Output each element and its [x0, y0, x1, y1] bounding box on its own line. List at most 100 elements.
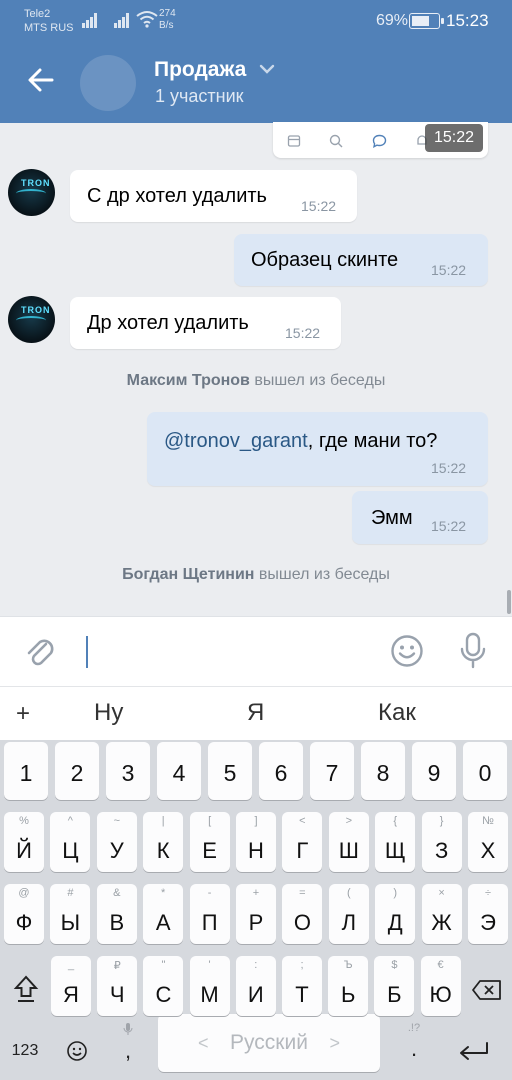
- comma-key[interactable]: ,: [108, 1016, 148, 1072]
- key-alt-label: №: [482, 815, 494, 827]
- key[interactable]: :И: [235, 956, 276, 1016]
- back-arrow-icon[interactable]: [24, 62, 58, 98]
- key[interactable]: < Г: [282, 812, 323, 872]
- key-label: М: [200, 982, 219, 1007]
- key[interactable]: ₽ Ч: [97, 956, 138, 1016]
- key-label: 2: [70, 760, 84, 786]
- key[interactable]: @ Ф: [4, 884, 44, 944]
- key[interactable]: ~ У: [96, 812, 137, 872]
- sender-avatar[interactable]: TRON: [8, 169, 55, 216]
- chat-avatar[interactable]: [80, 55, 136, 111]
- key[interactable]: ) Д: [375, 884, 416, 944]
- key-label: Ж: [431, 910, 452, 935]
- key[interactable]: 9: [412, 742, 456, 800]
- key[interactable]: = О: [282, 884, 323, 944]
- key[interactable]: " С: [143, 956, 184, 1016]
- key[interactable]: 0: [463, 742, 507, 800]
- period-key[interactable]: .!? .: [394, 1016, 434, 1072]
- emoji-key[interactable]: [60, 1030, 94, 1072]
- key[interactable]: № Х: [468, 812, 508, 872]
- chevron-down-icon[interactable]: [258, 62, 276, 76]
- key[interactable]: _ Я: [51, 956, 91, 1016]
- enter-key[interactable]: [450, 1030, 498, 1072]
- battery-icon: [409, 13, 444, 29]
- suggestion-item[interactable]: Я: [247, 699, 264, 727]
- message-outgoing[interactable]: @tronov_garant, где мани то? 15:22: [147, 412, 488, 486]
- message-outgoing[interactable]: Эмм 15:22: [352, 491, 488, 544]
- emoji-smile-icon: [67, 1041, 87, 1061]
- message-text-field[interactable]: [86, 636, 88, 668]
- message-outgoing[interactable]: Образец скинте 15:22: [234, 234, 488, 286]
- space-right-arrow: >: [329, 1033, 340, 1053]
- key[interactable]: € Ю: [420, 956, 461, 1016]
- search-icon[interactable]: [329, 134, 343, 148]
- message-text: С др хотел удалить: [87, 185, 267, 207]
- key-label: В: [109, 910, 125, 935]
- key[interactable]: [Е: [189, 812, 230, 872]
- key[interactable]: {Щ: [375, 812, 416, 872]
- key[interactable]: -П: [189, 884, 230, 944]
- system-user-name[interactable]: Богдан Щетинин: [122, 566, 254, 583]
- key[interactable]: + Р: [236, 884, 276, 944]
- message-time: 15:22: [431, 460, 467, 476]
- key-label: Щ: [384, 838, 406, 863]
- key[interactable]: 1: [4, 742, 48, 800]
- numbers-mode-key[interactable]: 123: [4, 1030, 46, 1072]
- key[interactable]: # Ы: [50, 884, 91, 944]
- key[interactable]: ; Т: [282, 956, 322, 1016]
- suggestion-item[interactable]: Ну: [94, 699, 123, 727]
- message-text: @tronov_garant, где мани то?: [164, 430, 437, 453]
- scrollbar[interactable]: [507, 590, 511, 614]
- suggestion-item[interactable]: Как: [378, 699, 416, 727]
- key[interactable]: > Ш: [328, 812, 369, 872]
- key[interactable]: 3: [106, 742, 150, 800]
- message-incoming[interactable]: Др хотел удалить 15:22: [70, 297, 341, 349]
- message-incoming[interactable]: С др хотел удалить 15:22: [70, 170, 357, 222]
- key[interactable]: % Й: [4, 812, 44, 872]
- key[interactable]: } З: [421, 812, 462, 872]
- paperclip-icon[interactable]: [24, 634, 56, 670]
- key-label: Ш: [338, 838, 359, 863]
- key[interactable]: 4: [157, 742, 201, 800]
- calendar-icon[interactable]: [287, 134, 301, 148]
- key[interactable]: 6: [259, 742, 303, 800]
- key-label: К: [156, 838, 170, 863]
- period-label: .: [410, 1036, 418, 1061]
- key[interactable]: 5: [208, 742, 252, 800]
- user-mention-link[interactable]: @tronov_garant: [164, 430, 308, 452]
- key-alt-label: :: [254, 959, 258, 971]
- key[interactable]: * А: [143, 884, 184, 944]
- chat-bubble-icon[interactable]: [372, 134, 387, 148]
- key[interactable]: ЪЬ: [328, 956, 369, 1016]
- key[interactable]: $ Б: [374, 956, 415, 1016]
- key-alt-label: ₽: [113, 960, 121, 972]
- suggestion-add-button[interactable]: +: [16, 700, 30, 728]
- key[interactable]: ] Н: [236, 812, 276, 872]
- sender-avatar[interactable]: TRON: [8, 296, 55, 343]
- avatar-logo-text: TRON: [21, 178, 51, 188]
- key-label: О: [293, 910, 311, 935]
- key[interactable]: 8: [361, 742, 405, 800]
- space-key[interactable]: < Русский >: [158, 1014, 380, 1072]
- emoji-icon[interactable]: [390, 634, 424, 668]
- key-label: Ч: [109, 982, 125, 1007]
- backspace-key[interactable]: [466, 960, 508, 1018]
- key[interactable]: (Л: [328, 884, 369, 944]
- key-label: А: [155, 910, 171, 935]
- key[interactable]: 2: [55, 742, 99, 800]
- chat-title[interactable]: Продажа: [154, 58, 246, 82]
- key-label: 3: [121, 760, 135, 786]
- speed-unit: B/s: [159, 20, 174, 31]
- key[interactable]: ^ Ц: [50, 812, 91, 872]
- shift-key[interactable]: [4, 960, 47, 1018]
- key[interactable]: 7: [310, 742, 354, 800]
- key[interactable]: ÷ Э: [468, 884, 508, 944]
- system-user-name[interactable]: Максим Тронов: [127, 372, 250, 389]
- key[interactable]: | К: [143, 812, 184, 872]
- key-alt-label: ': [208, 959, 211, 971]
- microphone-icon[interactable]: [458, 632, 488, 670]
- mic-hint-icon: [123, 1023, 133, 1035]
- key[interactable]: & В: [96, 884, 137, 944]
- key[interactable]: ' М: [189, 956, 230, 1016]
- key[interactable]: × Ж: [421, 884, 462, 944]
